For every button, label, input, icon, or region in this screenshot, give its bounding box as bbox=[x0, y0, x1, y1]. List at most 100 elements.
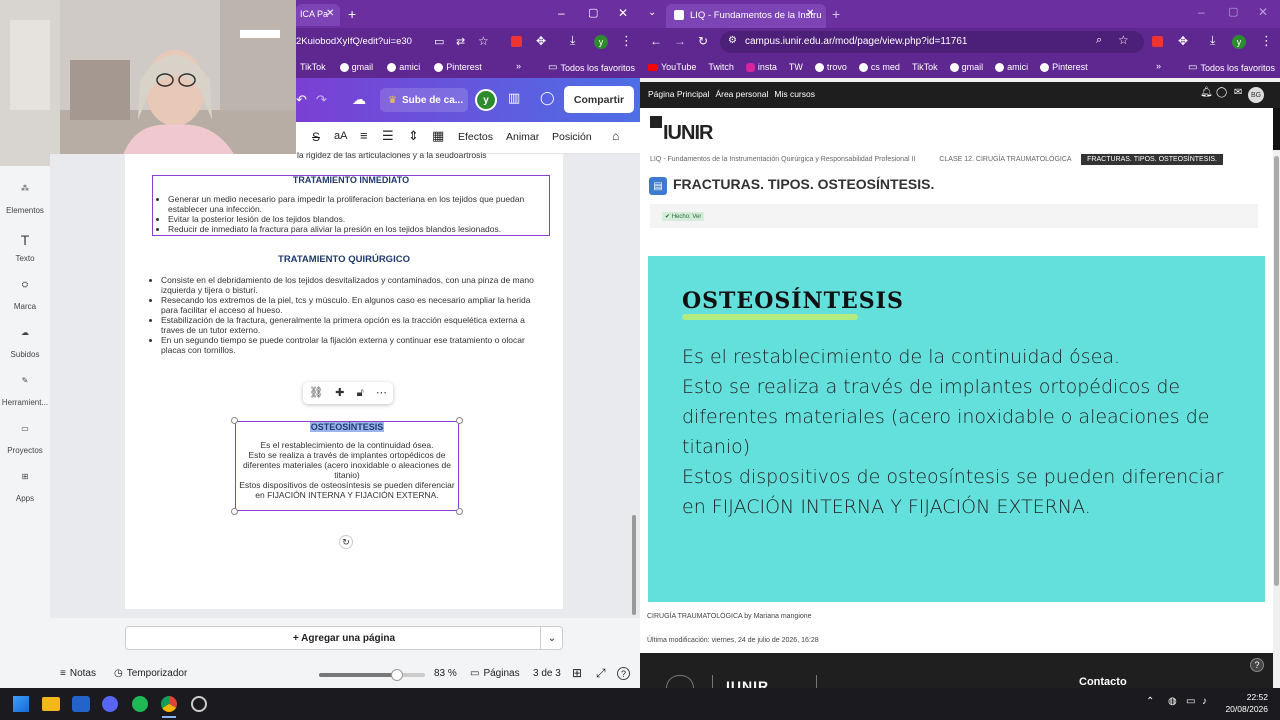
paint-format-icon[interactable]: ⌂ bbox=[612, 129, 619, 143]
site-info-icon[interactable]: ⚙ bbox=[728, 35, 737, 46]
reload-icon[interactable]: ↻ bbox=[698, 34, 708, 48]
file-explorer-icon[interactable] bbox=[42, 697, 60, 711]
selected-textbox[interactable]: TRATAMIENTO INMEDIATO Generar un medio n… bbox=[152, 175, 550, 236]
zoom-search-icon[interactable]: ⌕ bbox=[1096, 34, 1102, 47]
network-icon[interactable]: ◍ bbox=[1168, 696, 1177, 707]
add-comment-icon[interactable]: ✚ bbox=[335, 388, 344, 399]
help-button[interactable]: ? bbox=[1250, 658, 1264, 672]
page-scrollbar-track[interactable] bbox=[1273, 150, 1280, 688]
sidebar-item-elements[interactable]: ⁂ Elementos bbox=[0, 184, 50, 215]
mail-icon[interactable]: ✉ bbox=[1234, 87, 1242, 98]
address-bar[interactable]: ⚙ campus.iunir.edu.ar/mod/page/view.php?… bbox=[720, 31, 1144, 53]
comment-icon[interactable]: ◯ bbox=[540, 90, 555, 106]
spotify-icon[interactable] bbox=[132, 696, 148, 712]
puzzle-icon[interactable]: ✥ bbox=[536, 34, 546, 48]
volume-icon[interactable]: ♪ bbox=[1202, 696, 1207, 707]
position-button[interactable]: Posición bbox=[552, 131, 592, 143]
align-icon[interactable]: ≡ bbox=[360, 128, 368, 143]
screenshot-icon[interactable]: ▭ bbox=[434, 35, 444, 48]
transparency-icon[interactable]: ▦ bbox=[432, 128, 444, 144]
extension-icon[interactable] bbox=[1152, 36, 1163, 47]
chrome-icon[interactable] bbox=[161, 696, 177, 712]
forward-icon[interactable]: → bbox=[674, 34, 686, 48]
bookmark-gmail[interactable]: gmail bbox=[339, 62, 373, 72]
minimize-button[interactable]: – bbox=[1198, 5, 1205, 19]
new-tab-button[interactable]: + bbox=[832, 6, 840, 22]
active-tab[interactable]: LIQ - Fundamentos de la Instru bbox=[666, 4, 826, 28]
iunir-logo[interactable]: IUNIR bbox=[650, 114, 713, 144]
sidebar-item-apps[interactable]: ⊞ Apps bbox=[0, 472, 50, 503]
resize-handle[interactable] bbox=[456, 417, 463, 424]
pages-button[interactable]: ▭ Páginas bbox=[470, 668, 520, 679]
animate-button[interactable]: Animar bbox=[506, 131, 539, 143]
share-button[interactable]: Compartir bbox=[564, 86, 634, 113]
bookmark-star-icon[interactable]: ☆ bbox=[478, 34, 489, 48]
maximize-button[interactable]: ▢ bbox=[588, 6, 598, 19]
bookmark-gmail[interactable]: gmail bbox=[949, 62, 983, 72]
nav-home[interactable]: Página Principal bbox=[648, 89, 709, 99]
bookmark-insta[interactable]: insta bbox=[745, 62, 777, 72]
user-avatar[interactable]: y bbox=[475, 89, 497, 111]
breadcrumb-section[interactable]: CLASE 12. CIRUGÍA TRAUMATOLÓGICA bbox=[939, 156, 1071, 163]
profile-avatar[interactable]: y bbox=[1232, 35, 1246, 49]
lock-icon[interactable]: 🔓︎ bbox=[357, 388, 364, 399]
bookmark-tiktok[interactable]: TikTok bbox=[912, 62, 938, 72]
minimize-button[interactable]: – bbox=[558, 6, 565, 20]
discord-icon[interactable] bbox=[102, 696, 118, 712]
help-icon[interactable]: ? bbox=[617, 667, 630, 680]
back-icon[interactable]: ← bbox=[650, 34, 662, 48]
sidebar-item-brand[interactable]: ⛭ Marca bbox=[0, 280, 50, 311]
bookmark-pinterest[interactable]: Pinterest bbox=[1040, 62, 1088, 72]
tab-search-icon[interactable]: ⌄ bbox=[648, 7, 656, 18]
link-icon[interactable]: ⛓ bbox=[309, 388, 323, 399]
bookmark-amici[interactable]: amici bbox=[995, 62, 1028, 72]
page-scrollbar-thumb[interactable] bbox=[1274, 156, 1279, 586]
more-bookmarks-button[interactable]: » bbox=[516, 61, 521, 71]
font-size-button[interactable]: aA bbox=[334, 130, 347, 142]
sidebar-item-projects[interactable]: ▭ Proyectos bbox=[0, 424, 50, 455]
notifications-icon[interactable]: 🔔︎ bbox=[1200, 87, 1213, 98]
close-tab-icon[interactable]: ✕ bbox=[326, 8, 334, 19]
zoom-slider[interactable] bbox=[319, 669, 425, 681]
grid-view-icon[interactable]: ⊞ bbox=[572, 666, 582, 680]
more-bookmarks-button[interactable]: » bbox=[1156, 61, 1161, 71]
editor-scrollbar[interactable] bbox=[632, 515, 636, 615]
spacing-icon[interactable]: ⇕ bbox=[408, 128, 419, 144]
messages-icon[interactable]: ◯ bbox=[1216, 87, 1227, 98]
osteosintesis-textbox[interactable]: OSTEOSÍNTESIS Es el restablecimiento de … bbox=[235, 421, 459, 511]
maximize-button[interactable]: ▢ bbox=[1228, 5, 1238, 18]
zoom-slider-thumb[interactable] bbox=[391, 669, 404, 681]
bookmark-twitch[interactable]: Twitch bbox=[708, 62, 734, 72]
cloud-sync-icon[interactable]: ☁ bbox=[352, 91, 366, 108]
notes-button[interactable]: ≡ Notas bbox=[60, 668, 96, 679]
add-page-button[interactable]: + Agregar una página bbox=[125, 626, 563, 650]
download-icon[interactable]: ⤓ bbox=[570, 33, 575, 48]
sidebar-item-text[interactable]: T Texto bbox=[0, 232, 50, 263]
fullscreen-icon[interactable]: ⤢ bbox=[596, 666, 606, 681]
bookmark-cs-med[interactable]: cs med bbox=[858, 62, 900, 72]
bookmark-youtube[interactable]: YouTube bbox=[648, 62, 696, 72]
all-favorites[interactable]: ▭ Todos los favoritos bbox=[548, 62, 635, 73]
translate-icon[interactable]: ⇄ bbox=[456, 35, 465, 48]
effects-button[interactable]: Efectos bbox=[458, 131, 493, 143]
bookmark-amici[interactable]: amici bbox=[387, 62, 420, 72]
bookmark-pinterest[interactable]: Pinterest bbox=[434, 62, 482, 72]
close-tab-icon[interactable]: ✕ bbox=[806, 8, 814, 19]
upgrade-button[interactable]: ♛ Sube de ca... bbox=[380, 88, 468, 112]
more-options-icon[interactable]: ⋯ bbox=[376, 388, 387, 399]
chevron-down-icon[interactable]: ⌄ bbox=[540, 626, 563, 650]
bookmark-trovo[interactable]: trovo bbox=[814, 62, 847, 72]
nav-my-courses[interactable]: Mis cursos bbox=[774, 89, 815, 99]
timer-button[interactable]: ◷ Temporizador bbox=[114, 668, 187, 679]
strikethrough-icon[interactable]: S bbox=[312, 130, 320, 144]
address-bar[interactable]: 2KuiobodXyIfQ/edit?ui=e30 bbox=[296, 36, 412, 47]
clock-time[interactable]: 22:52 bbox=[1220, 692, 1268, 702]
resize-handle[interactable] bbox=[456, 508, 463, 515]
close-window-button[interactable]: ✕ bbox=[618, 6, 628, 20]
puzzle-icon[interactable]: ✥ bbox=[1178, 34, 1188, 48]
redo-icon[interactable]: ↷ bbox=[316, 92, 327, 108]
display-icon[interactable]: ▭ bbox=[1186, 696, 1195, 707]
new-tab-button[interactable]: + bbox=[348, 6, 356, 22]
extension-icon[interactable] bbox=[511, 36, 522, 47]
mail-app-icon[interactable] bbox=[72, 696, 90, 712]
